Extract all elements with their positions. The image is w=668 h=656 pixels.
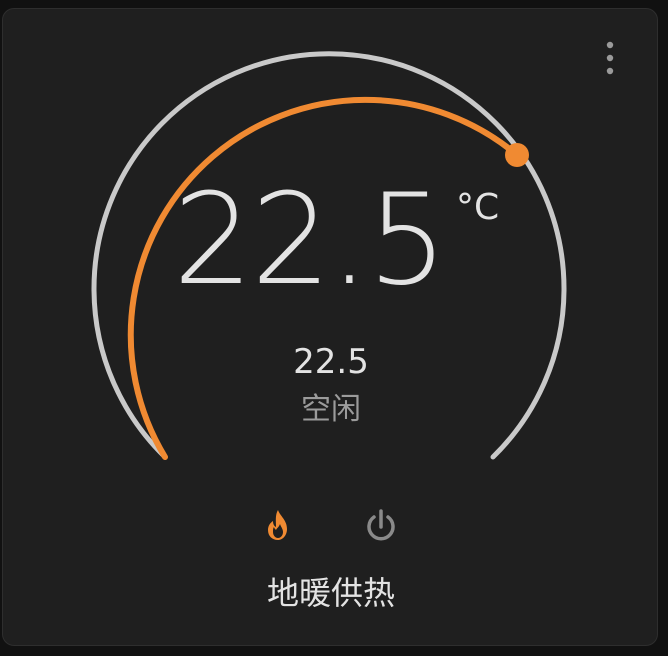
- hvac-status: 空闲: [301, 392, 361, 427]
- temperature-unit: °C: [456, 187, 500, 228]
- current-temperature: 22.5: [293, 342, 369, 382]
- power-icon: [367, 509, 395, 541]
- mode-off-button[interactable]: [357, 503, 405, 551]
- dial-handle[interactable]: [505, 143, 529, 167]
- thermostat-card: 22.5 °C 22.5 空闲 地暖供热: [2, 8, 658, 646]
- mode-heat-button[interactable]: [254, 503, 302, 551]
- target-temperature: 22.5: [173, 166, 448, 313]
- flame-icon: [268, 510, 287, 540]
- device-name: 地暖供热: [266, 574, 395, 612]
